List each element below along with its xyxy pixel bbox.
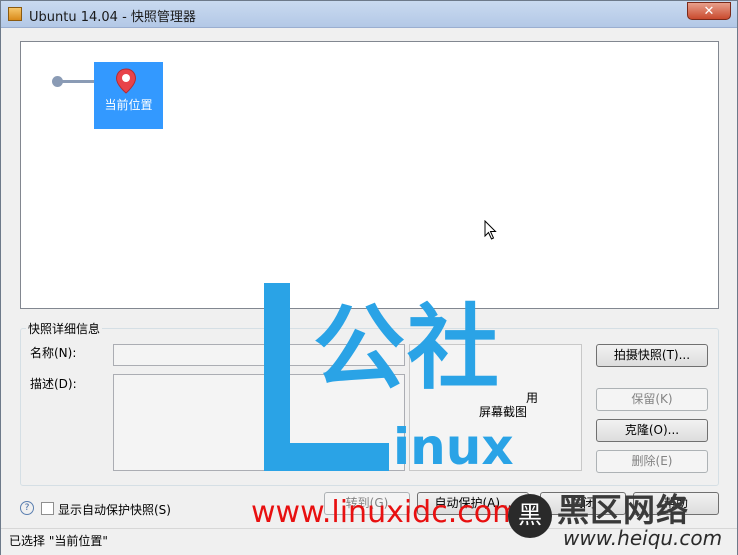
current-position-node[interactable]: 当前位置 <box>94 62 163 129</box>
watermark-url: www.linuxidc.com <box>251 495 522 530</box>
watermark-inux: inux <box>393 418 514 476</box>
show-autoprotect-checkbox[interactable] <box>41 502 54 515</box>
current-position-label: 当前位置 <box>104 98 153 112</box>
clone-button[interactable]: 克隆(O)... <box>596 419 708 442</box>
watermark-heiqu-name: 黑区网络 <box>557 491 690 529</box>
snapshot-tree[interactable]: 当前位置 <box>20 41 719 309</box>
watermark-heiqu-badge: 黑 <box>508 494 552 538</box>
status-text: 已选择 "当前位置" <box>9 534 108 548</box>
watermark-gongshe: 公社 <box>313 295 502 402</box>
watermark-heiqu-url: www.heiqu.com <box>563 526 723 550</box>
snapshot-details-title: 快照详细信息 <box>26 320 103 337</box>
help-icon[interactable]: ? <box>20 501 34 515</box>
take-snapshot-button[interactable]: 拍摄快照(T)... <box>596 344 708 367</box>
keep-button[interactable]: 保留(K) <box>596 388 708 411</box>
show-autoprotect-label: 显示自动保护快照(S) <box>58 503 171 517</box>
title-bar[interactable]: Ubuntu 14.04 - 快照管理器 ✕ <box>1 1 737 28</box>
snapshot-manager-window: Ubuntu 14.04 - 快照管理器 ✕ 当前位置 快照详细信息 名称(N)… <box>0 0 738 555</box>
app-icon <box>8 7 22 21</box>
mouse-cursor-icon <box>484 220 497 240</box>
window-title: Ubuntu 14.04 - 快照管理器 <box>29 10 196 25</box>
screenshot-text-line2: 屏幕截图 <box>478 405 527 419</box>
description-label: 描述(D): <box>30 377 77 391</box>
tree-root-dot <box>52 76 63 87</box>
name-label: 名称(N): <box>30 346 77 360</box>
delete-button[interactable]: 删除(E) <box>596 450 708 473</box>
watermark-l-horizontal <box>264 443 389 471</box>
location-pin-icon <box>115 68 137 94</box>
close-window-button[interactable]: ✕ <box>687 2 731 20</box>
